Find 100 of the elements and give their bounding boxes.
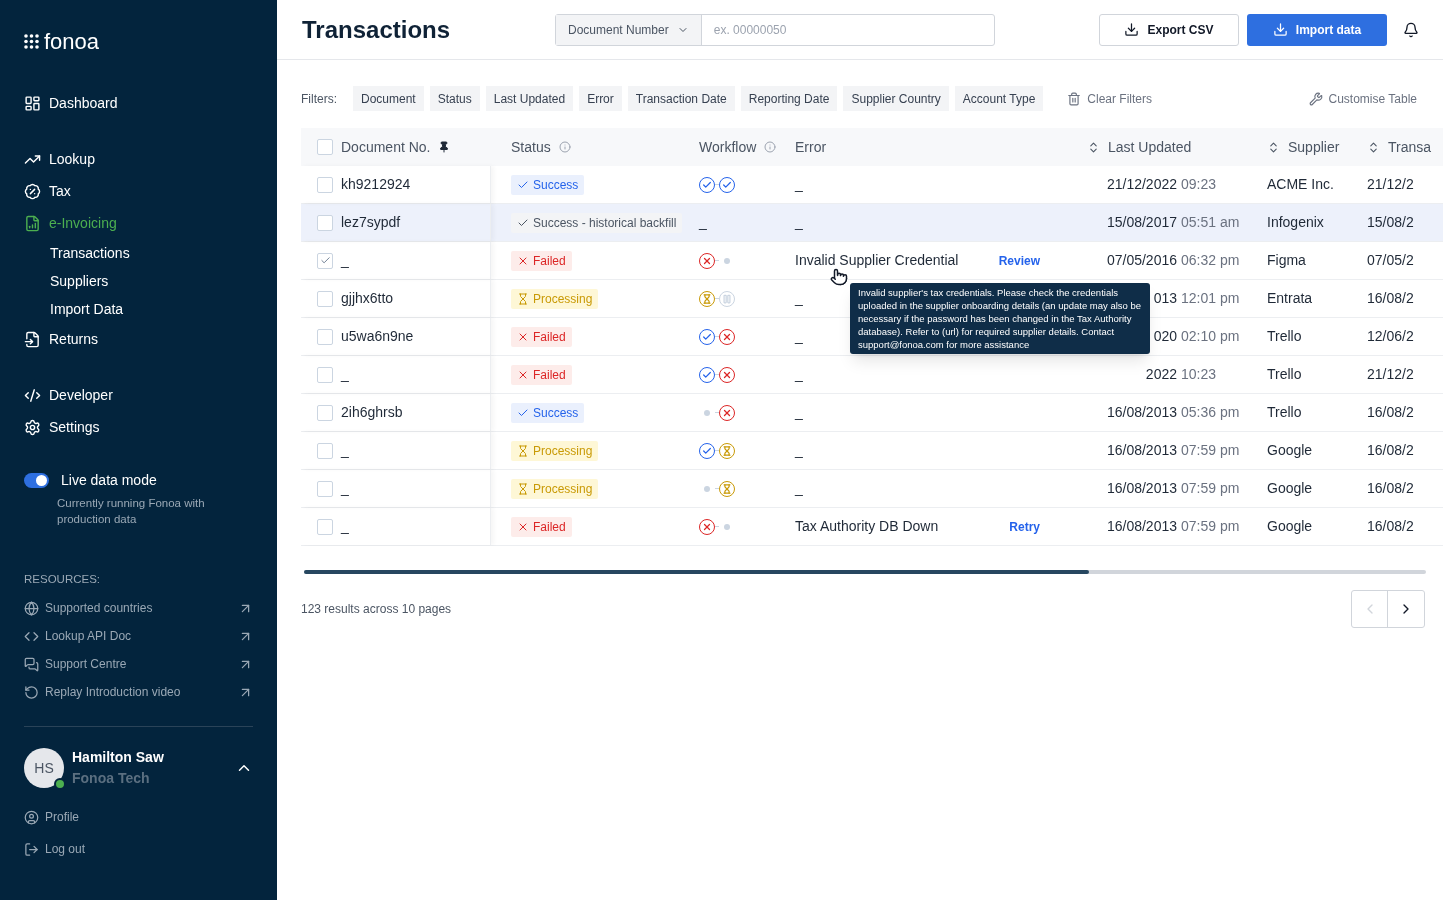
table-row[interactable]: _ Failed _ 2022 10:23 Trello 21/12/2: [301, 356, 1443, 394]
checkbox[interactable]: [317, 290, 333, 307]
table-row[interactable]: _ Failed Invalid Supplier Credential Review 07/05/2016 06:32 pm Figma 07/05/2: [301, 242, 1443, 280]
export-button[interactable]: Export CSV: [1099, 13, 1239, 46]
table-row[interactable]: _ Processing _ 16/08/2013 07:59 pm Google 16/08/2: [301, 432, 1443, 470]
resources-heading: RESOURCES:: [24, 572, 102, 587]
nav-subitem[interactable]: Import Data: [24, 295, 253, 323]
pin-icon[interactable]: [438, 141, 451, 153]
nav-item[interactable]: Dashboard: [24, 87, 253, 119]
chart-document-icon: [24, 214, 41, 232]
resource-link[interactable]: Supported countries: [24, 594, 253, 623]
checkbox[interactable]: [317, 518, 333, 535]
filter-chip[interactable]: Status: [429, 86, 480, 111]
resource-link[interactable]: Support Centre: [24, 650, 253, 679]
hourglass-icon: [517, 482, 529, 495]
checkbox[interactable]: [317, 139, 333, 155]
supplier-name: Figma: [1267, 252, 1306, 268]
user-name: Hamilton Saw: [72, 748, 165, 768]
info-icon[interactable]: [558, 141, 571, 153]
document-number: _: [341, 479, 349, 498]
supplier-name: ACME Inc.: [1267, 176, 1334, 192]
company-name: Fonoa Tech: [72, 769, 151, 789]
tooltip: Invalid supplier's tax credentials. Please check the credentials uploaded in the supplier onboarding details (an update may also be necessary if the password has been changed in the Tax Authority database). Refer to (url) for required supplier details. Contact support@fonoa.com for more assistance: [850, 283, 1150, 354]
updated-date: 16/08/2013: [1106, 517, 1177, 536]
live-mode-description: Currently running Fonoa with production data: [57, 496, 206, 527]
account-link[interactable]: Profile: [24, 803, 253, 832]
column-header[interactable]: Supplier: [1288, 136, 1340, 158]
info-icon[interactable]: [764, 141, 777, 153]
sort-icon[interactable]: [1087, 140, 1100, 154]
table-row[interactable]: kh9212924 Success _ 21/12/2022 09:23 ACME Inc. 21/12/2: [301, 166, 1443, 204]
column-header[interactable]: Last Updated: [1108, 136, 1192, 158]
import-button[interactable]: Import data: [1247, 13, 1387, 46]
nav-item[interactable]: Tax: [24, 175, 253, 207]
filter-chip[interactable]: Transaction Date: [627, 86, 735, 111]
nav-subitem[interactable]: Suppliers: [24, 267, 253, 295]
search-field[interactable]: Document Number ex. 00000050: [555, 13, 995, 46]
notification-icon[interactable]: [1403, 21, 1419, 38]
toggle-switch[interactable]: [24, 473, 49, 488]
page-title: Transactions: [302, 14, 452, 45]
document-number: _: [341, 441, 349, 460]
customise-table-button[interactable]: Customise Table: [1308, 89, 1417, 108]
nav-item[interactable]: Settings: [24, 411, 253, 443]
column-header[interactable]: Error: [795, 136, 827, 158]
checkbox[interactable]: [317, 328, 333, 345]
checkbox[interactable]: [317, 366, 333, 383]
globe-icon: [24, 600, 39, 616]
nav-item[interactable]: Lookup: [24, 143, 253, 175]
column-header[interactable]: Workflow: [699, 136, 757, 158]
error-action-link[interactable]: Review: [998, 251, 1040, 270]
table-row[interactable]: _ Failed Tax Authority DB Down Retry 16/08/2013 07:59 pm Google 16/08/2: [301, 508, 1443, 546]
checkbox[interactable]: [317, 214, 333, 231]
error-text: Invalid Supplier Credential: [795, 251, 959, 270]
transaction-date: 16/08/2: [1367, 290, 1414, 306]
horizontal-scrollbar[interactable]: [304, 570, 1426, 574]
account-link[interactable]: Log out: [24, 835, 253, 864]
nav-item[interactable]: Developer: [24, 379, 253, 411]
document-number: _: [341, 517, 349, 536]
updated-time: 09:23: [1181, 175, 1217, 194]
filter-chip[interactable]: Supplier Country: [843, 86, 949, 111]
checkbox[interactable]: [317, 176, 333, 193]
checkbox[interactable]: [317, 252, 333, 269]
filter-chip[interactable]: Document: [353, 86, 424, 111]
filter-chip[interactable]: Reporting Date: [740, 86, 838, 111]
resource-link[interactable]: Replay Introduction video: [24, 678, 253, 707]
filters-label: Filters:: [301, 90, 337, 108]
replay-icon: [24, 684, 39, 700]
transaction-date: 15/08/2: [1367, 214, 1414, 230]
chat-icon: [24, 656, 39, 672]
clear-filters-button[interactable]: Clear Filters: [1067, 89, 1153, 108]
updated-date: 020: [1153, 327, 1177, 346]
supplier-name: Trello: [1267, 328, 1302, 344]
nav-item[interactable]: Returns: [24, 323, 253, 355]
column-header[interactable]: Document No.: [341, 136, 431, 158]
filter-chip[interactable]: Error: [579, 86, 622, 111]
checkbox[interactable]: [317, 404, 333, 421]
search-type-dropdown[interactable]: Document Number: [556, 14, 702, 45]
transaction-date: 21/12/2: [1367, 366, 1414, 382]
resource-link[interactable]: Lookup API Doc: [24, 622, 253, 651]
transaction-date: 16/08/2: [1367, 404, 1414, 420]
error-text: _: [795, 289, 803, 308]
error-text: _: [795, 403, 803, 422]
column-header[interactable]: Transa: [1388, 136, 1432, 158]
nav-subitem[interactable]: Transactions: [24, 239, 253, 267]
table-row[interactable]: 2ih6ghrsb Success _ 16/08/2013 05:36 pm Trello 16/08/2: [301, 394, 1443, 432]
checkbox[interactable]: [317, 480, 333, 497]
updated-date: 16/08/2013: [1106, 441, 1177, 460]
updated-date: 21/12/2022: [1106, 175, 1177, 194]
filter-chip[interactable]: Last Updated: [485, 86, 574, 111]
nav-item[interactable]: e-Invoicing: [24, 207, 253, 239]
transaction-date: 21/12/2: [1367, 176, 1414, 192]
sort-icon[interactable]: [1367, 140, 1380, 154]
table-row[interactable]: lez7sypdf Success - historical backfill _ _ 15/08/2017 05:51 am Infogenix 15/08/2: [301, 204, 1443, 242]
checkbox[interactable]: [317, 442, 333, 459]
column-header[interactable]: Status: [511, 136, 551, 158]
filter-chip[interactable]: Account Type: [954, 86, 1044, 111]
sort-icon[interactable]: [1267, 140, 1280, 154]
download-icon: [1272, 22, 1288, 37]
avatar: HS: [24, 748, 64, 789]
table-row[interactable]: _ Processing _ 16/08/2013 07:59 pm Google 16/08/2: [301, 470, 1443, 508]
error-action-link[interactable]: Retry: [1009, 517, 1040, 536]
